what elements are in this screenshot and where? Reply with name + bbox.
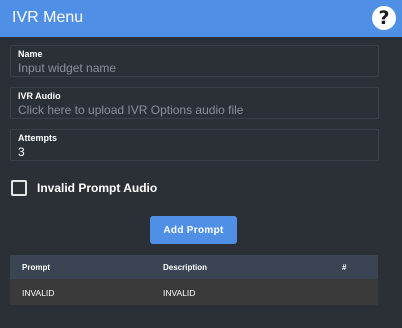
name-field[interactable]: Name Input widget name	[10, 45, 379, 77]
question-mark-icon: ?	[378, 6, 390, 29]
name-input[interactable]: Input widget name	[18, 61, 116, 75]
add-prompt-button[interactable]: Add Prompt	[150, 216, 237, 244]
header-bar: IVR Menu ?	[0, 0, 402, 37]
row-prompt-cell: INVALID	[22, 288, 55, 298]
ivr-audio-upload[interactable]: Click here to upload IVR Options audio f…	[18, 103, 243, 117]
prompts-table: Prompt Description # INVALID INVALID	[10, 255, 378, 305]
invalid-prompt-audio-label: Invalid Prompt Audio	[37, 181, 158, 195]
table-header: Prompt Description #	[10, 255, 378, 279]
column-header-prompt: Prompt	[22, 263, 50, 272]
name-label: Name	[18, 49, 43, 59]
page-title: IVR Menu	[12, 9, 84, 26]
attempts-field[interactable]: Attempts 3	[10, 129, 379, 161]
invalid-prompt-audio-checkbox[interactable]	[11, 180, 27, 196]
invalid-prompt-audio-toggle[interactable]: Invalid Prompt Audio	[11, 179, 157, 197]
row-description-cell: INVALID	[163, 288, 196, 298]
ivr-audio-field[interactable]: IVR Audio Click here to upload IVR Optio…	[10, 87, 379, 119]
column-header-description: Description	[163, 263, 208, 272]
attempts-label: Attempts	[18, 133, 58, 143]
attempts-input[interactable]: 3	[18, 145, 25, 159]
help-button[interactable]: ?	[372, 6, 396, 30]
column-header-number: #	[342, 263, 347, 272]
table-row[interactable]: INVALID INVALID	[10, 279, 378, 305]
ivr-audio-label: IVR Audio	[18, 91, 61, 101]
